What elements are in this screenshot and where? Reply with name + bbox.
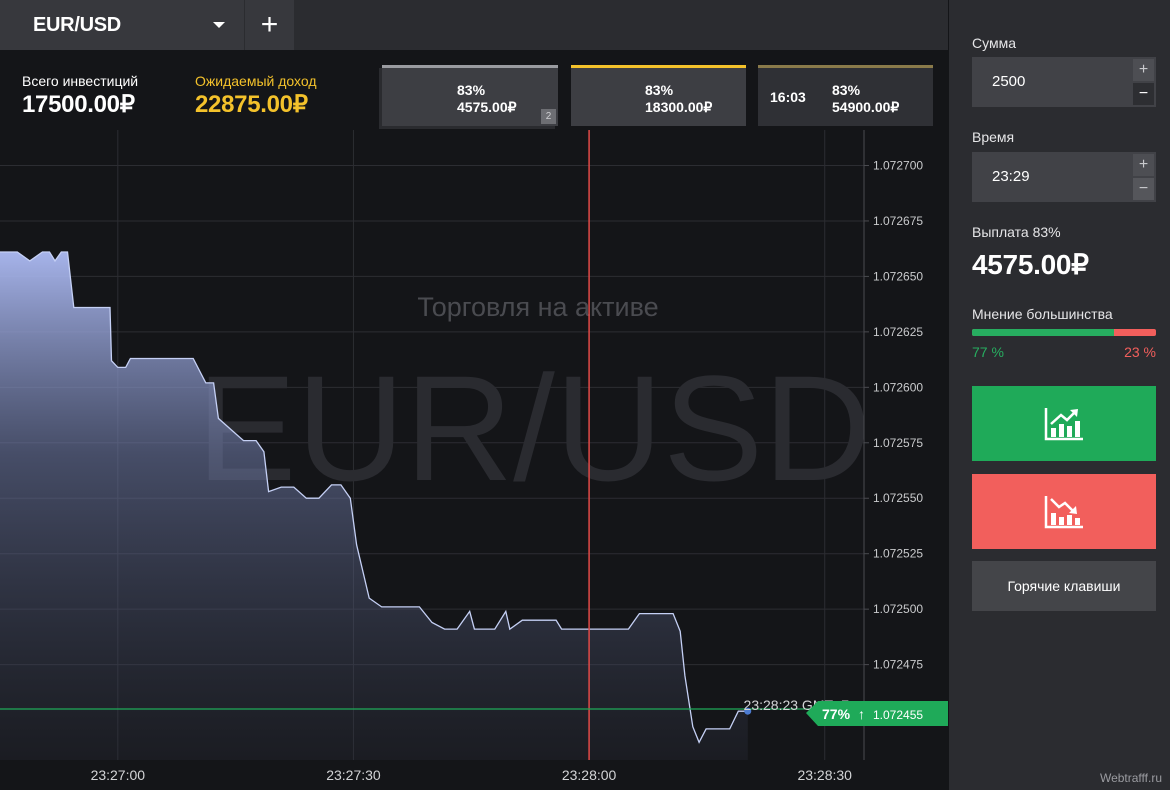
- price-tag-sentiment: 77%: [822, 706, 851, 722]
- amount-decrease-button[interactable]: −: [1133, 83, 1154, 105]
- trade-card-amount: 18300.00₽: [645, 99, 713, 115]
- majority-bar-up: [972, 329, 1114, 336]
- arrow-up-icon: ↑: [858, 706, 865, 722]
- time-increase-button[interactable]: +: [1133, 154, 1154, 176]
- caret-down-icon[interactable]: [213, 22, 225, 28]
- amount-field[interactable]: 2500 + −: [972, 57, 1156, 107]
- asset-watermark: EUR/USD: [196, 344, 871, 512]
- payout-value: 4575.00₽: [972, 249, 1089, 280]
- current-price-tag: 77% ↑ 1.072455: [806, 701, 948, 726]
- price-tick-label: 1.072525: [873, 547, 923, 561]
- price-tick-label: 1.072550: [873, 491, 923, 505]
- time-tick-label: 23:27:30: [326, 767, 381, 783]
- asset-tab-eurusd[interactable]: EUR/USD: [0, 0, 244, 50]
- time-decrease-button[interactable]: −: [1133, 178, 1154, 200]
- expected-income: Ожидаемый доход 22875.00₽: [195, 73, 317, 119]
- chart-down-arrow-icon: [1044, 495, 1083, 528]
- total-investment-label: Всего инвестиций: [22, 73, 139, 89]
- payout-label: Выплата: [972, 224, 1029, 240]
- trade-card-percent: 83%: [832, 82, 861, 98]
- price-tag-price: 1.072455: [873, 708, 923, 722]
- price-tick-label: 1.072700: [873, 158, 923, 172]
- price-tick-label: 1.072625: [873, 325, 923, 339]
- trade-card-amount: 4575.00₽: [457, 99, 517, 115]
- trade-count-badge: 2: [541, 109, 556, 124]
- expected-income-value: 22875.00₽: [195, 91, 308, 118]
- time-tick-label: 23:28:30: [797, 767, 852, 783]
- price-axis-bg: [864, 130, 948, 790]
- time-tick-label: 23:28:00: [562, 767, 617, 783]
- price-tick-label: 1.072500: [873, 602, 923, 616]
- price-tick-label: 1.072675: [873, 214, 923, 228]
- asset-tab-bar: EUR/USD +: [0, 0, 948, 50]
- payout-percent: 83%: [1032, 224, 1061, 240]
- put-down-button[interactable]: [972, 474, 1156, 549]
- price-tick-label: 1.072575: [873, 436, 923, 450]
- time-field[interactable]: 23:29 + −: [972, 152, 1156, 202]
- price-tick-label: 1.072600: [873, 380, 923, 394]
- time-label: Время: [972, 129, 1015, 145]
- trade-card-percent: 83%: [645, 82, 674, 98]
- majority-up-percent: 77 %: [972, 344, 1004, 360]
- chart-up-arrow-icon: [1044, 407, 1083, 440]
- amount-increase-button[interactable]: +: [1133, 59, 1154, 81]
- amount-label: Сумма: [972, 35, 1016, 51]
- trade-card-3[interactable]: 16:03 83% 54900.00₽: [758, 65, 933, 126]
- total-investment: Всего инвестиций 17500.00₽: [22, 73, 138, 119]
- trade-card-time: 16:03: [770, 89, 806, 105]
- amount-value[interactable]: 2500: [992, 73, 1025, 90]
- call-up-button[interactable]: [972, 386, 1156, 461]
- majority-down-percent: 23 %: [1124, 344, 1156, 360]
- majority-label: Мнение большинства: [972, 306, 1113, 322]
- trade-card-2[interactable]: 83% 18300.00₽: [571, 65, 746, 126]
- trading-on-asset-label: Торговля на активе: [417, 292, 658, 322]
- time-value[interactable]: 23:29: [992, 168, 1030, 185]
- hotkeys-button[interactable]: Горячие клавиши: [972, 561, 1156, 611]
- trade-panel: Сумма 2500 + − Время 23:29 + − Выплата 8…: [949, 0, 1170, 790]
- price-chart[interactable]: EUR/USD Торговля на активе 1.072700 1.072…: [0, 130, 948, 790]
- majority-bar: [972, 329, 1156, 336]
- trade-card-percent: 83%: [457, 82, 486, 98]
- total-investment-value: 17500.00₽: [22, 91, 135, 118]
- asset-name: EUR/USD: [33, 13, 121, 36]
- price-tick-label: 1.072650: [873, 269, 923, 283]
- trading-app: EUR/USD + Всего инвестиций 17500.00₽ Ожи…: [0, 0, 1170, 790]
- time-tick-label: 23:27:00: [91, 767, 146, 783]
- payout-label-row: Выплата 83%: [972, 224, 1061, 240]
- trade-card-1[interactable]: 83% 4575.00₽ 2: [382, 65, 558, 126]
- site-watermark: Webtrafff.ru: [1099, 771, 1162, 785]
- add-asset-button[interactable]: +: [245, 0, 294, 50]
- price-tick-label: 1.072475: [873, 658, 923, 672]
- trade-card-amount: 54900.00₽: [832, 99, 900, 115]
- expected-income-label: Ожидаемый доход: [195, 73, 317, 89]
